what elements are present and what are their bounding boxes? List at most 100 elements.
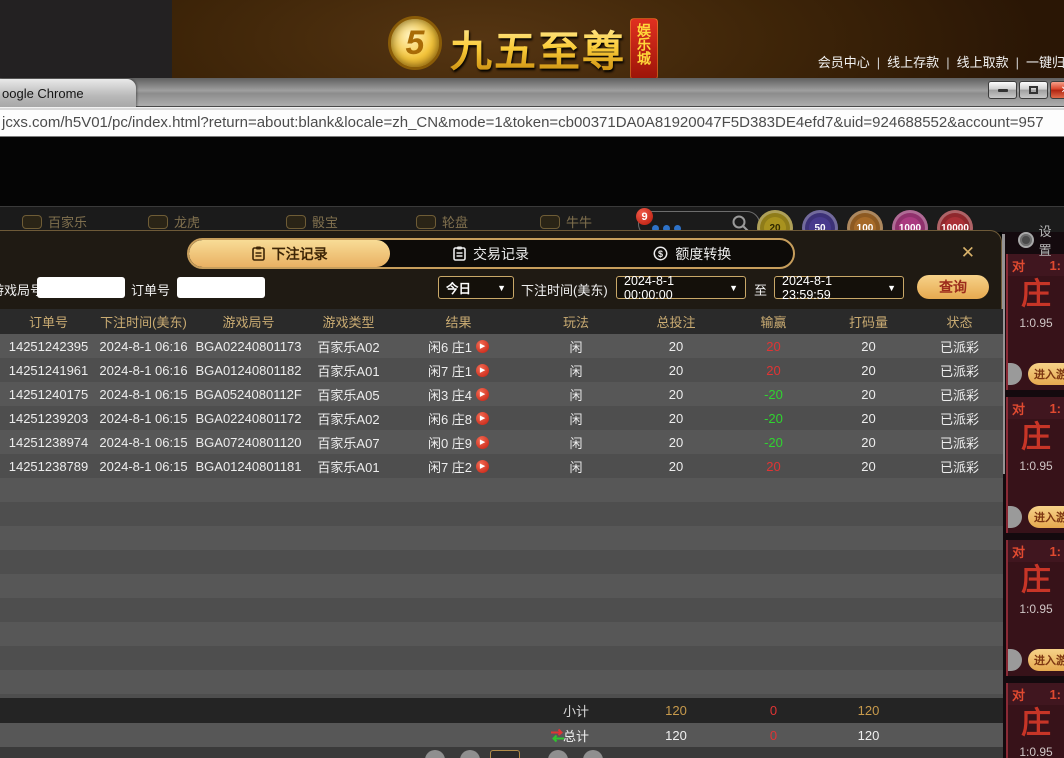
result-text: 闲7 庄1 [428,361,472,380]
window-close-button[interactable]: ✕ [1050,81,1064,99]
settings-button[interactable]: 设置 [1018,221,1064,259]
play-video-icon[interactable]: ▶ [476,412,489,425]
screen: 5 九五至尊 娱乐城 会员中心|线上存款|线上取款|一键归户 oogle Chr… [0,0,1064,758]
cell-winloss: -20 [726,387,821,402]
settings-chip-icon [1018,232,1034,248]
close-icon[interactable]: ✕ [961,243,975,263]
cell-round: BGA01240801181 [191,459,306,474]
bet-time-label: 下注时间(美东) [521,280,608,299]
subtotal-row: 小计 120 0 120 [0,698,1003,723]
play-video-icon[interactable]: ▶ [476,340,489,353]
link-one-key-transfer[interactable]: 一键归户 [1026,55,1064,70]
swap-icon[interactable] [549,728,566,743]
cell-type: 百家乐A01 [306,361,391,380]
browser-title-bar[interactable]: oogle Chrome ✕ [0,78,1064,107]
pair-odds: 1: [1049,544,1061,559]
play-video-icon[interactable]: ▶ [476,460,489,473]
enter-game-button[interactable]: 进入游戏 [1028,363,1064,385]
minimize-icon [998,89,1008,92]
link-member-center[interactable]: 会员中心 [818,55,870,70]
tab-label: 下注记录 [272,244,328,264]
transaction-records-icon [453,246,466,261]
cell-play: 闲 [526,337,626,356]
date-range-select[interactable]: 今日 ▼ [438,276,514,299]
cell-status: 已派彩 [916,337,1003,356]
cell-volume: 20 [821,411,916,426]
tab-transaction-records[interactable]: 交易记录 [390,240,591,267]
nav-item-baccarat[interactable]: 百家乐 [22,212,87,231]
enter-game-button[interactable]: 进入游戏 [1028,506,1064,528]
cell-order: 14251241961 [1,363,96,378]
card-left-button[interactable] [1006,506,1022,528]
cell-bet: 20 [626,387,726,402]
col-time: 下注时间(美东) [96,312,191,331]
nav-item-dragon-tiger[interactable]: 龙虎 [148,212,200,231]
window-maximize-button[interactable] [1019,81,1048,99]
cell-order: 14251239203 [1,411,96,426]
bull-icon [540,215,560,229]
play-video-icon[interactable]: ▶ [476,388,489,401]
nav-item-sicbo[interactable]: 骰宝 [286,212,338,231]
chevron-down-icon: ▼ [887,283,896,293]
pagination-next-button[interactable] [548,750,568,758]
table-row: 14251238789 2024-8-1 06:15 BGA0124080118… [0,454,1003,478]
nav-item-bull[interactable]: 牛牛 [540,212,592,231]
col-result: 结果 [391,312,526,331]
pagination-first-button[interactable] [425,750,445,758]
play-video-icon[interactable]: ▶ [476,364,489,377]
table-row: 14251240175 2024-8-1 06:15 BGA0524080112… [0,382,1003,406]
browser-url-bar: jcxs.com/h5V01/pc/index.html?return=abou… [0,107,1064,137]
col-winloss: 输赢 [726,312,821,331]
link-online-deposit[interactable]: 线上存款 [887,55,939,70]
game-round-input[interactable] [37,277,125,298]
result-text: 闲6 庄1 [428,337,472,356]
date-to-select[interactable]: 2024-8-1 23:59:59 ▼ [774,276,904,299]
col-status: 状态 [916,312,1003,331]
tab-credit-conversion[interactable]: $ 额度转换 [592,240,793,267]
total-row: 总计 120 0 120 [0,723,1003,747]
notification-badge: 9 [636,208,653,225]
cell-play: 闲 [526,433,626,452]
total-bet: 120 [626,728,726,743]
pair-odds: 1: [1049,687,1061,702]
url-input[interactable]: jcxs.com/h5V01/pc/index.html?return=abou… [0,110,1064,136]
col-bet: 总投注 [626,312,726,331]
cell-time: 2024-8-1 06:15 [96,459,191,474]
col-play: 玩法 [526,312,626,331]
cell-round: BGA01240801182 [191,363,306,378]
nav-label: 骰宝 [312,212,338,231]
play-video-icon[interactable]: ▶ [476,436,489,449]
game-card[interactable]: 对1: 庄 1:0.95 进入游戏 [1006,397,1064,533]
maximize-icon [1029,86,1038,94]
banker-odds: 1:0.95 [1008,316,1064,330]
game-card[interactable]: 对1: 庄 1:0.95 进入游戏 [1006,540,1064,676]
window-minimize-button[interactable] [988,81,1017,99]
order-number-input[interactable] [177,277,265,298]
logo-five-icon: 5 [388,16,442,70]
enter-game-button[interactable]: 进入游戏 [1028,649,1064,671]
cell-time: 2024-8-1 06:16 [96,339,191,354]
pagination-prev-button[interactable] [460,750,480,758]
card-left-button[interactable] [1006,363,1022,385]
date-from-select[interactable]: 2024-8-1 00:00:00 ▼ [616,276,746,299]
chevron-down-icon: ▼ [729,283,738,293]
cell-order: 14251242395 [1,339,96,354]
cell-winloss: 20 [726,459,821,474]
pagination-last-button[interactable] [583,750,603,758]
tab-bet-records[interactable]: 下注记录 [189,240,390,267]
query-button[interactable]: 查询 [917,275,989,299]
table-row: 14251242395 2024-8-1 06:16 BGA0224080117… [0,334,1003,358]
game-card[interactable]: 对1: 庄 1:0.95 进入游戏 [1006,254,1064,390]
pagination-page-input[interactable] [490,750,520,758]
link-online-withdraw[interactable]: 线上取款 [957,55,1009,70]
col-volume: 打码量 [821,312,916,331]
svg-text:$: $ [658,249,663,259]
cell-type: 百家乐A02 [306,337,391,356]
card-left-button[interactable] [1006,649,1022,671]
date-from-value: 2024-8-1 00:00:00 [624,274,721,302]
nav-item-roulette[interactable]: 轮盘 [416,212,468,231]
cell-order: 14251240175 [1,387,96,402]
pair-label: 对 [1012,685,1025,704]
cell-type: 百家乐A02 [306,409,391,428]
game-card[interactable]: 对1: 庄 1:0.95 进入游戏 [1006,683,1064,758]
